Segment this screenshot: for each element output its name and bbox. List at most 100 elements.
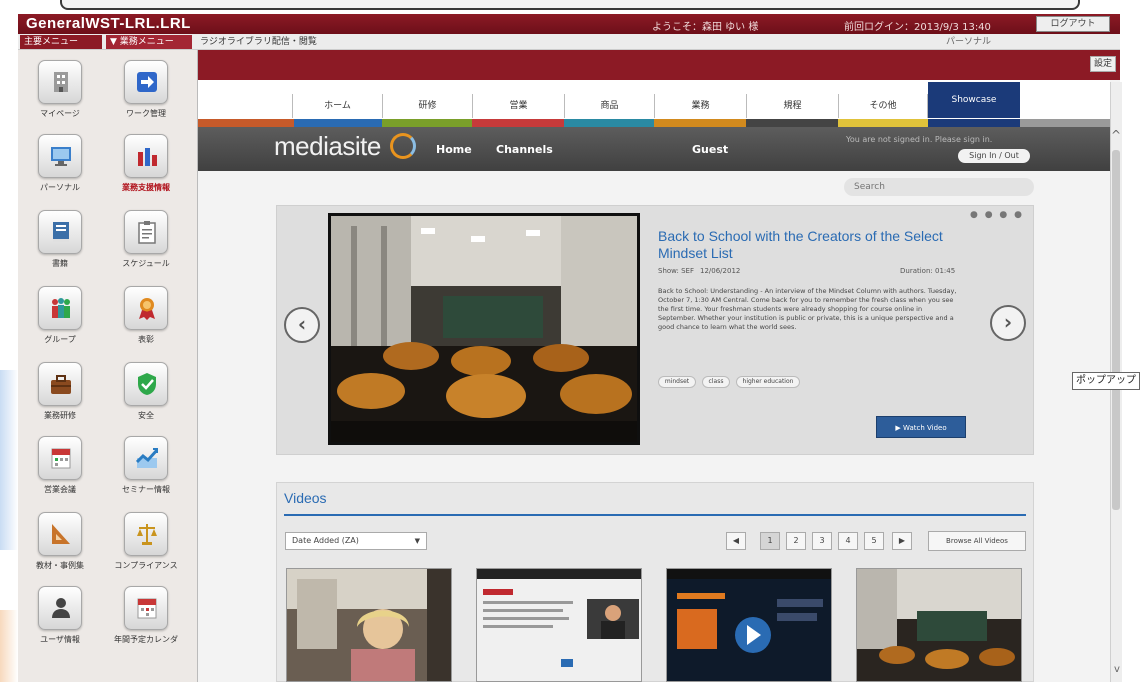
- app-label: グループ: [44, 335, 76, 344]
- app-award[interactable]: 表彰: [108, 286, 184, 352]
- video-thumbnail[interactable]: [856, 568, 1022, 682]
- pagination-page[interactable]: 1: [760, 532, 780, 550]
- featured-title[interactable]: Back to School with the Creators of the …: [658, 228, 958, 262]
- app-compliance[interactable]: コンプライアンス: [108, 512, 184, 578]
- pagination-page[interactable]: 3: [812, 532, 832, 550]
- scroll-down-icon[interactable]: v: [1114, 664, 1120, 675]
- carousel-next-button[interactable]: ›: [990, 305, 1026, 341]
- tab-main-menu[interactable]: 主要メニュー: [20, 35, 102, 49]
- thumbnail-image-person: [287, 569, 451, 681]
- browse-all-videos-button[interactable]: Browse All Videos: [928, 531, 1026, 551]
- app-label: 書籍: [52, 259, 68, 268]
- site-nav-item[interactable]: ホーム: [292, 94, 382, 118]
- video-thumbnail[interactable]: [476, 568, 642, 682]
- app-books[interactable]: 書籍: [22, 210, 98, 276]
- app-user-info[interactable]: ユーザ情報: [22, 586, 98, 652]
- videos-heading: Videos: [284, 490, 327, 506]
- window-frame: [60, 0, 1080, 10]
- ruler-icon: [38, 512, 82, 556]
- tag-chip[interactable]: class: [702, 376, 730, 388]
- thumbnail-image-play: [667, 569, 831, 681]
- carousel-dots[interactable]: ● ● ● ●: [970, 210, 1024, 220]
- book-icon: [38, 210, 82, 254]
- sort-select-value: Date Added (ZA): [292, 536, 359, 545]
- tag-chip[interactable]: mindset: [658, 376, 696, 388]
- app-label: スケジュール: [122, 259, 170, 268]
- pagination-page[interactable]: 4: [838, 532, 858, 550]
- app-label: 業務支援情報: [122, 183, 170, 192]
- logout-button[interactable]: ログアウト: [1036, 16, 1110, 32]
- scrollbar-thumb[interactable]: [1112, 150, 1120, 510]
- tab-business-menu[interactable]: ▼ 業務メニュー: [106, 35, 192, 49]
- site-nav-item[interactable]: 研修: [382, 94, 472, 118]
- site-nav-item[interactable]: 規程: [746, 94, 838, 118]
- site-nav-item-showcase[interactable]: Showcase: [928, 82, 1020, 118]
- mediasite-nav-home[interactable]: Home: [436, 143, 472, 156]
- calendar2-icon: [124, 586, 168, 630]
- monitor-icon: [38, 134, 82, 178]
- app-annual-calendar[interactable]: 年間予定カレンダ: [108, 586, 184, 652]
- pagination-page[interactable]: 5: [864, 532, 884, 550]
- carousel-prev-button[interactable]: ‹: [284, 307, 320, 343]
- video-thumbnail[interactable]: [286, 568, 452, 682]
- sort-select[interactable]: Date Added (ZA) ▼: [285, 532, 427, 550]
- app-label: 営業会議: [44, 485, 76, 494]
- app-label: セミナー情報: [122, 485, 170, 494]
- bar-chart-icon: [124, 134, 168, 178]
- app-schedule[interactable]: スケジュール: [108, 210, 184, 276]
- award-icon: [124, 286, 168, 330]
- site-nav-item[interactable]: 営業: [472, 94, 564, 118]
- thumbnail-image-slides: [477, 569, 641, 681]
- mediasite-header: mediasite Home Channels Guest You are no…: [198, 127, 1110, 171]
- site-nav-item[interactable]: 業務: [654, 94, 746, 118]
- briefcase-icon: [38, 362, 82, 406]
- app-safety[interactable]: 安全: [108, 362, 184, 428]
- mediasite-logo-icon: [390, 133, 416, 159]
- app-title: GeneralWST-LRL.LRL: [26, 15, 191, 32]
- people-icon: [38, 286, 82, 330]
- pagination-next[interactable]: ▶: [892, 532, 912, 550]
- app-sales-meeting[interactable]: 営業会議: [22, 436, 98, 502]
- signin-button[interactable]: Sign In / Out: [958, 149, 1030, 163]
- app-label: 教材・事例集: [36, 561, 84, 570]
- app-group[interactable]: グループ: [22, 286, 98, 352]
- video-thumbnail[interactable]: [666, 568, 832, 682]
- app-personal[interactable]: パーソナル: [22, 134, 98, 200]
- app-label: ユーザ情報: [40, 635, 80, 644]
- line-chart-icon: [124, 436, 168, 480]
- app-work[interactable]: ワーク管理: [108, 60, 184, 126]
- decorative-glow: [0, 610, 18, 682]
- title-bar: GeneralWST-LRL.LRL ようこそ：森田 ゆい 様 前回ログイン：2…: [18, 14, 1120, 34]
- search-input[interactable]: [844, 178, 1034, 196]
- mediasite-logo[interactable]: mediasite: [274, 131, 381, 162]
- app-materials[interactable]: 教材・事例集: [22, 512, 98, 578]
- tag-chip[interactable]: higher education: [736, 376, 800, 388]
- app-label: パーソナル: [40, 183, 80, 192]
- app-seminar[interactable]: セミナー情報: [108, 436, 184, 502]
- breadcrumb: ラジオライブラリ配信・閲覧: [200, 37, 317, 47]
- pagination-page[interactable]: 2: [786, 532, 806, 550]
- person-icon: [38, 586, 82, 630]
- app-label: マイページ: [40, 109, 80, 118]
- signin-status: You are not signed in. Please sign in.: [846, 135, 993, 144]
- decorative-glow: [0, 370, 18, 550]
- scroll-up-icon[interactable]: ^: [1111, 128, 1121, 142]
- personal-link[interactable]: パーソナル: [946, 35, 991, 49]
- settings-button[interactable]: 設定: [1090, 56, 1116, 72]
- app-training[interactable]: 業務研修: [22, 362, 98, 428]
- mediasite-user-name: Guest: [692, 143, 729, 156]
- featured-duration: Duration: 01:45: [900, 267, 956, 275]
- app-launcher-sidebar: マイページ ワーク管理 パーソナル 業務支援情報 書籍 スケジュール グループ: [18, 50, 198, 682]
- featured-date: 12/06/2012: [700, 267, 741, 275]
- app-label: コンプライアンス: [114, 561, 178, 570]
- watch-video-button[interactable]: ▶ Watch Video: [876, 416, 966, 438]
- app-business-support[interactable]: 業務支援情報: [108, 134, 184, 200]
- featured-video-thumbnail[interactable]: [328, 213, 640, 445]
- app-my-page[interactable]: マイページ: [22, 60, 98, 126]
- pagination-prev[interactable]: ◀: [726, 532, 746, 550]
- mediasite-nav-channels[interactable]: Channels: [496, 143, 553, 156]
- app-label: 安全: [138, 411, 154, 420]
- site-nav-item[interactable]: 商品: [564, 94, 654, 118]
- divider: [284, 514, 1026, 516]
- site-nav-item[interactable]: その他: [838, 94, 928, 118]
